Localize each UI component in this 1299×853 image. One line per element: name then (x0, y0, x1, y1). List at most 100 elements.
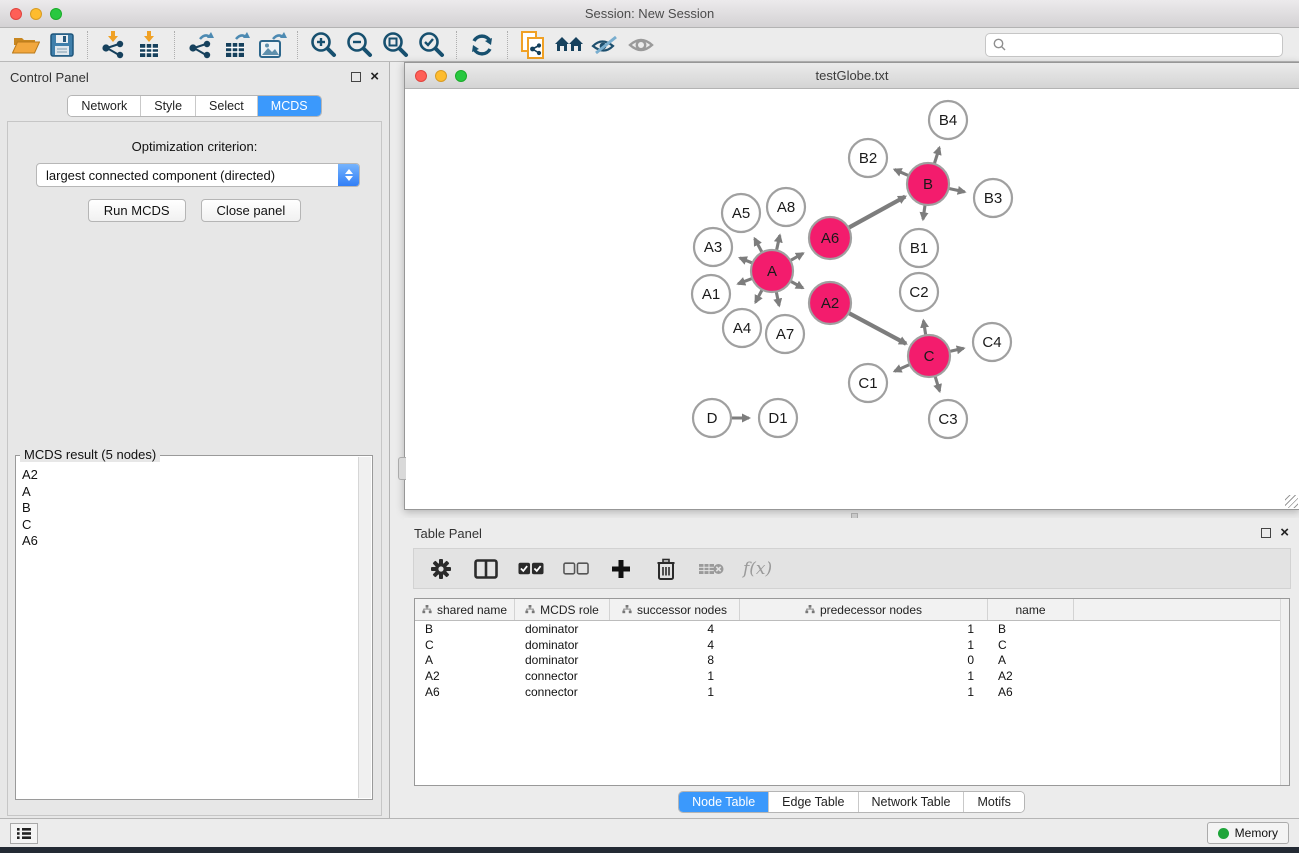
table-cell[interactable]: dominator (515, 622, 610, 636)
refresh-view-button[interactable] (464, 30, 500, 60)
run-mcds-button[interactable]: Run MCDS (88, 199, 186, 222)
table-scrollbar[interactable] (1280, 599, 1289, 785)
table-row[interactable]: Bdominator41B (415, 621, 1289, 637)
minimize-network-icon[interactable] (435, 70, 447, 82)
graph-node-B3[interactable]: B3 (974, 179, 1012, 217)
table-cell[interactable]: 1 (740, 669, 988, 683)
column-header-predecessor-nodes[interactable]: predecessor nodes (740, 599, 988, 620)
show-all-button[interactable] (623, 30, 659, 60)
graph-node-B1[interactable]: B1 (900, 229, 938, 267)
delete-table-button[interactable] (698, 556, 724, 582)
minimize-window-icon[interactable] (30, 8, 42, 20)
graph-node-A1[interactable]: A1 (692, 275, 730, 313)
export-image-button[interactable] (254, 30, 290, 60)
graph-node-C[interactable]: C (908, 335, 950, 377)
zoom-fit-button[interactable] (377, 30, 413, 60)
table-cell[interactable]: connector (515, 685, 610, 699)
graph-node-C4[interactable]: C4 (973, 323, 1011, 361)
table-cell[interactable]: 1 (610, 669, 740, 683)
table-cell[interactable]: A6 (988, 685, 1074, 699)
column-header-mcds-role[interactable]: MCDS role (515, 599, 610, 620)
close-panel-icon[interactable]: × (370, 72, 379, 82)
table-cell[interactable]: C (988, 638, 1074, 652)
column-header-shared-name[interactable]: shared name (415, 599, 515, 620)
table-row[interactable]: A6connector11A6 (415, 684, 1289, 700)
table-row[interactable]: Adominator80A (415, 653, 1289, 669)
tab-edge-table[interactable]: Edge Table (769, 792, 858, 812)
zoom-out-button[interactable] (341, 30, 377, 60)
zoom-selected-button[interactable] (413, 30, 449, 60)
result-item-a6[interactable]: A6 (17, 533, 358, 550)
graph-node-C1[interactable]: C1 (849, 364, 887, 402)
close-window-icon[interactable] (10, 8, 22, 20)
graph-node-A2[interactable]: A2 (809, 282, 851, 324)
close-network-icon[interactable] (415, 70, 427, 82)
table-cell[interactable]: A6 (415, 685, 515, 699)
select-all-button[interactable] (518, 556, 544, 582)
table-cell[interactable]: 0 (740, 653, 988, 667)
table-cell[interactable]: C (415, 638, 515, 652)
close-panel-button[interactable]: Close panel (201, 199, 302, 222)
first-neighbors-button[interactable] (551, 30, 587, 60)
open-session-button[interactable] (8, 30, 44, 60)
graph-node-B2[interactable]: B2 (849, 139, 887, 177)
criterion-dropdown[interactable]: largest connected component (directed) (36, 163, 360, 187)
graph-node-A3[interactable]: A3 (694, 228, 732, 266)
graph-node-D1[interactable]: D1 (759, 399, 797, 437)
search-field[interactable] (985, 33, 1283, 57)
table-cell[interactable]: connector (515, 669, 610, 683)
zoom-in-button[interactable] (305, 30, 341, 60)
column-header-successor-nodes[interactable]: successor nodes (610, 599, 740, 620)
graph-node-C2[interactable]: C2 (900, 273, 938, 311)
function-builder-button[interactable]: f(x) (743, 559, 772, 579)
zoom-network-icon[interactable] (455, 70, 467, 82)
table-cell[interactable]: dominator (515, 638, 610, 652)
table-row[interactable]: Cdominator41C (415, 637, 1289, 653)
column-header-name[interactable]: name (988, 599, 1074, 620)
memory-button[interactable]: Memory (1207, 822, 1289, 844)
graph-node-D[interactable]: D (693, 399, 731, 437)
result-item-a2[interactable]: A2 (17, 467, 358, 484)
table-cell[interactable]: 1 (740, 685, 988, 699)
tab-node-table[interactable]: Node Table (679, 792, 769, 812)
network-canvas[interactable]: AA1A2A3A4A5A6A7A8BB1B2B3B4CC1C2C3C4DD1 (405, 89, 1299, 509)
tab-select[interactable]: Select (196, 96, 258, 116)
resize-grip-icon[interactable] (1285, 495, 1298, 508)
table-cell[interactable]: dominator (515, 653, 610, 667)
table-row[interactable]: A2connector11A2 (415, 668, 1289, 684)
table-cell[interactable]: A2 (988, 669, 1074, 683)
result-list-scrollbar[interactable] (358, 457, 371, 798)
graph-node-B[interactable]: B (907, 163, 949, 205)
table-cell[interactable]: 8 (610, 653, 740, 667)
table-cell[interactable]: 1 (740, 622, 988, 636)
network-window-titlebar[interactable]: testGlobe.txt (405, 63, 1299, 89)
tab-mcds[interactable]: MCDS (258, 96, 321, 116)
graph-node-B4[interactable]: B4 (929, 101, 967, 139)
save-session-button[interactable] (44, 30, 80, 60)
graph-node-A8[interactable]: A8 (767, 188, 805, 226)
tab-style[interactable]: Style (141, 96, 196, 116)
result-item-a[interactable]: A (17, 484, 358, 501)
add-column-button[interactable] (608, 556, 634, 582)
zoom-window-icon[interactable] (50, 8, 62, 20)
table-options-button[interactable] (428, 556, 454, 582)
new-network-from-selection-button[interactable] (515, 30, 551, 60)
graph-node-A6[interactable]: A6 (809, 217, 851, 259)
graph-node-A7[interactable]: A7 (766, 315, 804, 353)
float-table-panel-icon[interactable] (1261, 528, 1271, 538)
result-item-c[interactable]: C (17, 517, 358, 534)
graph-node-C3[interactable]: C3 (929, 400, 967, 438)
float-panel-icon[interactable] (351, 72, 361, 82)
close-table-panel-icon[interactable]: × (1280, 528, 1289, 538)
show-panels-button[interactable] (10, 823, 38, 844)
table-cell[interactable]: 4 (610, 638, 740, 652)
tab-network[interactable]: Network (68, 96, 141, 116)
table-cell[interactable]: B (415, 622, 515, 636)
deselect-all-button[interactable] (563, 556, 589, 582)
result-item-b[interactable]: B (17, 500, 358, 517)
table-cell[interactable]: A (415, 653, 515, 667)
table-cell[interactable]: B (988, 622, 1074, 636)
export-table-button[interactable] (218, 30, 254, 60)
tool-palette-grip[interactable] (398, 457, 406, 480)
search-input[interactable] (1011, 37, 1275, 52)
